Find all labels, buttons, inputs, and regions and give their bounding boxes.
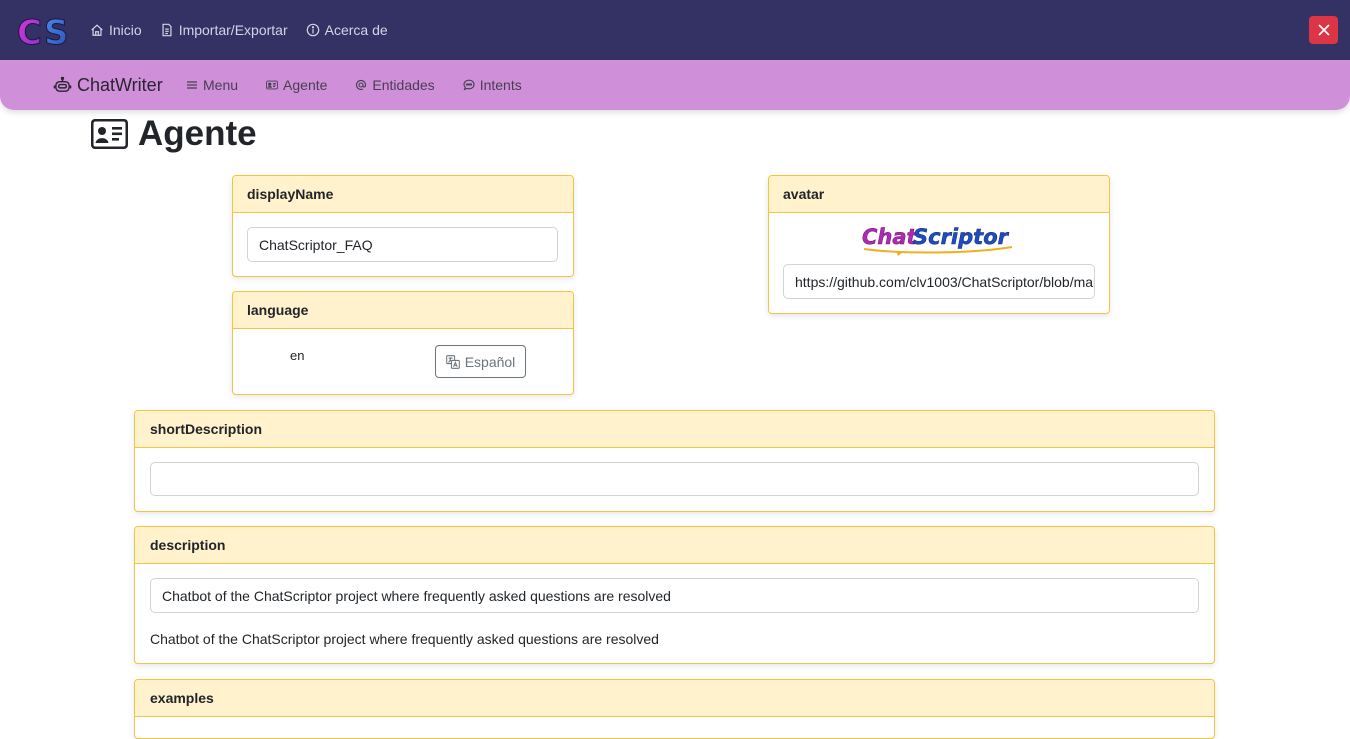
subnav-agente-label: Agente: [283, 77, 328, 93]
subnav-intents-label: Intents: [479, 77, 522, 93]
secondary-navbar: ChatWriter Menu Agente Entidades Intents: [0, 60, 1350, 110]
displayname-input[interactable]: ChatScriptor_FAQ: [247, 227, 558, 262]
card-language: language en Español: [232, 291, 574, 395]
card-shortdescription-header: shortDescription: [135, 411, 1214, 448]
subnav-entidades-label: Entidades: [372, 77, 435, 93]
nav-acerca-de[interactable]: Acerca de: [306, 22, 388, 38]
page-title-text: Agente: [138, 114, 257, 153]
list-icon: [187, 81, 197, 89]
close-icon: [1317, 24, 1330, 36]
close-button[interactable]: [1309, 16, 1338, 44]
nav-inicio-label: Inicio: [109, 22, 142, 38]
avatar-image: Chat Scriptor: [862, 225, 1013, 256]
brand-label: ChatWriter: [77, 74, 163, 95]
translate-button[interactable]: Español: [435, 345, 526, 378]
page-title: Agente: [91, 114, 257, 154]
card-examples-header: examples: [135, 680, 1214, 717]
chat-dots-icon: [463, 79, 475, 91]
card-language-header: language: [233, 292, 573, 329]
home-icon: [91, 24, 103, 36]
card-avatar-header: avatar: [769, 176, 1109, 213]
app-logo[interactable]: C S: [16, 10, 78, 53]
svg-text:C: C: [17, 13, 42, 52]
card-examples: examples: [134, 679, 1215, 739]
language-value: en: [290, 348, 305, 363]
nav-acerca-de-label: Acerca de: [324, 22, 388, 38]
card-displayname-header: displayName: [233, 176, 573, 213]
avatar-logo-text-a: Chat: [862, 225, 918, 249]
file-icon: [162, 23, 172, 37]
top-navbar: C S Inicio Importar/Exportar Acerca de: [0, 0, 1350, 60]
robot-icon: [53, 76, 72, 92]
info-circle-icon: [306, 23, 319, 37]
subnav-menu-label: Menu: [203, 77, 239, 93]
nav-importar-exportar-label: Importar/Exportar: [178, 22, 288, 38]
translate-button-label: Español: [464, 353, 516, 370]
description-input[interactable]: Chatbot of the ChatScriptor project wher…: [150, 578, 1199, 613]
subnav-menu[interactable]: Menu: [186, 77, 238, 93]
card-avatar: avatar Chat Scriptor https://github.com/…: [768, 175, 1110, 314]
shortdescription-input[interactable]: [150, 462, 1199, 496]
subnav-agente[interactable]: Agente: [266, 77, 327, 93]
subnav-intents[interactable]: Intents: [463, 77, 522, 93]
description-preview: Chatbot of the ChatScriptor project wher…: [150, 631, 659, 647]
nav-importar-exportar[interactable]: Importar/Exportar: [160, 22, 288, 38]
nav-inicio[interactable]: Inicio: [90, 22, 142, 38]
svg-text:S: S: [44, 13, 69, 52]
person-card-icon: [266, 80, 278, 90]
person-card-icon: [91, 119, 128, 149]
translate-icon: [445, 354, 460, 369]
at-icon: [356, 79, 367, 90]
card-description: description Chatbot of the ChatScriptor …: [134, 526, 1215, 664]
avatar-url-input[interactable]: https://github.com/clv1003/ChatScriptor/…: [783, 264, 1095, 299]
brand[interactable]: ChatWriter: [53, 60, 163, 110]
card-shortdescription: shortDescription: [134, 410, 1215, 512]
card-displayname: displayName ChatScriptor_FAQ: [232, 175, 574, 277]
avatar-logo-text-b: Scriptor: [913, 225, 1010, 249]
subnav-entidades[interactable]: Entidades: [355, 77, 435, 93]
card-description-header: description: [135, 527, 1214, 564]
